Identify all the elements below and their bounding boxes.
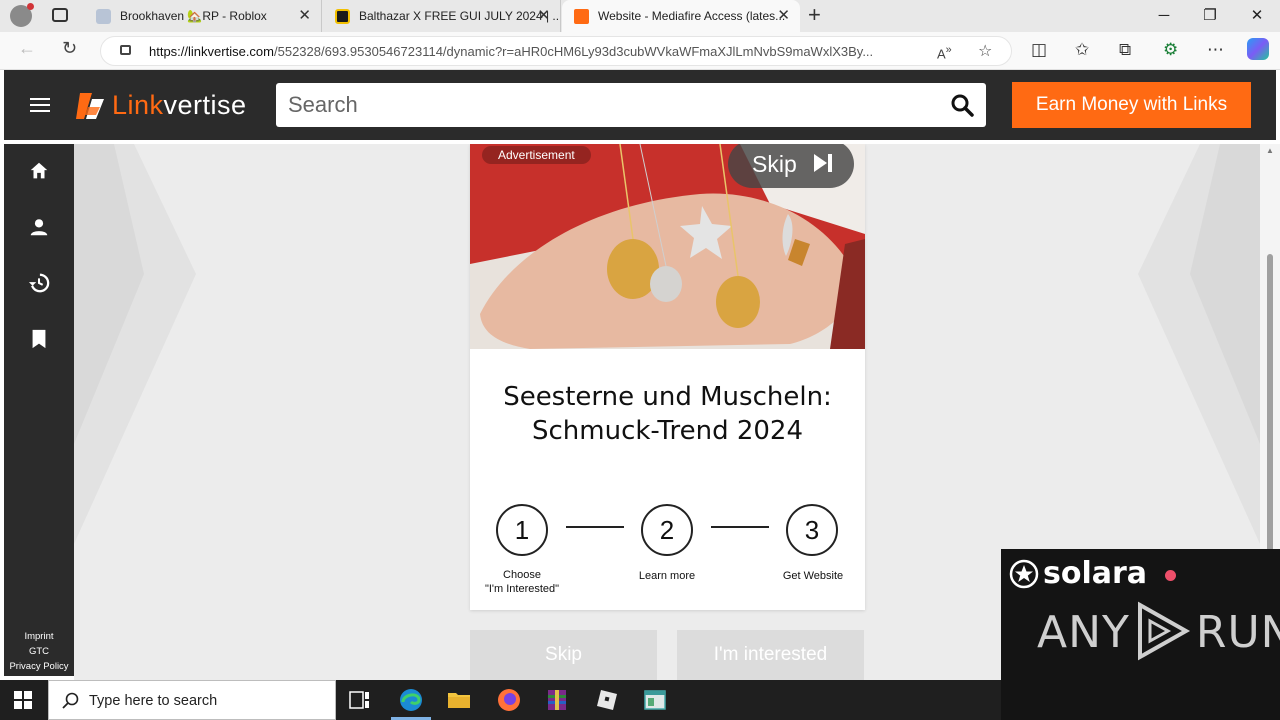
browser-tab-balthazar[interactable]: Balthazar X FREE GUI JULY 2024 | ... ✕ <box>323 0 561 32</box>
advertisement-label: Advertisement <box>482 146 591 164</box>
task-view-icon[interactable] <box>348 688 372 712</box>
url-text[interactable]: https://linkvertise.com/552328/693.95305… <box>149 44 939 59</box>
step-1-label: Choose "I'm Interested" <box>484 569 560 595</box>
minimize-button[interactable]: ─ <box>1141 0 1187 32</box>
back-arrow-icon[interactable]: ← <box>18 38 36 59</box>
address-bar[interactable]: https://linkvertise.com/552328/693.95305… <box>100 36 1012 66</box>
tab-title: Balthazar X FREE GUI JULY 2024 | ... <box>359 9 561 23</box>
user-icon[interactable] <box>28 216 50 238</box>
im-interested-button[interactable]: I'm interested <box>677 630 864 680</box>
hamburger-menu-icon[interactable] <box>30 98 50 112</box>
footer-links: Imprint GTC Privacy Policy <box>4 629 74 674</box>
file-explorer-icon[interactable] <box>447 688 471 712</box>
solara-text: solara <box>1043 556 1148 591</box>
extension-icon[interactable]: ⚙ <box>1163 40 1178 60</box>
step-2-label: Learn more <box>638 570 696 582</box>
close-window-button[interactable]: ✕ <box>1234 0 1280 32</box>
solara-star-icon <box>1009 559 1039 589</box>
anyrun-watermark: ANY RUN <box>1037 601 1280 671</box>
tab-title: Brookhaven 🏡RP - Roblox <box>120 9 267 23</box>
taskbar-search-box[interactable]: Type here to search <box>48 680 336 720</box>
ad-title: Seesterne und Muscheln: Schmuck-Trend 20… <box>503 382 832 446</box>
privacy-policy-link[interactable]: Privacy Policy <box>4 659 74 674</box>
advertisement-image[interactable]: Advertisement Skip <box>470 144 865 349</box>
tab-actions-icon[interactable] <box>52 8 68 22</box>
skip-next-icon <box>814 154 832 172</box>
edge-browser-icon[interactable] <box>399 688 423 712</box>
history-icon[interactable] <box>28 272 50 294</box>
roblox-favicon-icon <box>96 9 111 24</box>
home-icon[interactable] <box>28 160 50 182</box>
play-triangle-icon <box>1137 601 1190 661</box>
collections-icon[interactable]: ⧉ <box>1119 40 1131 60</box>
watermark-overlay: solara ANY RUN <box>1001 549 1280 720</box>
site-search-input[interactable] <box>288 89 928 121</box>
step-1-circle: 1 <box>496 504 548 556</box>
close-tab-icon[interactable]: ✕ <box>537 0 550 32</box>
linkvertise-header: Linkvertise Earn Money with Links <box>4 70 1276 140</box>
gtc-link[interactable]: GTC <box>4 644 74 659</box>
taskbar-search-icon <box>62 692 79 709</box>
step-connector <box>711 526 769 528</box>
copilot-icon[interactable] <box>1247 38 1269 60</box>
windows-start-icon[interactable] <box>14 691 32 709</box>
bookmark-icon[interactable] <box>28 328 50 350</box>
maximize-button[interactable]: ❐ <box>1187 0 1233 32</box>
new-tab-plus-icon[interactable]: + <box>808 2 821 28</box>
skip-ad-button[interactable]: Skip <box>728 144 854 188</box>
winrar-icon[interactable] <box>545 688 569 712</box>
status-dot <box>1165 570 1176 581</box>
read-aloud-icon[interactable]: A» <box>937 44 952 61</box>
ad-card: Advertisement Skip Seesterne und Muschel… <box>470 144 865 610</box>
taskbar-search-placeholder: Type here to search <box>89 693 218 709</box>
browser-tab-roblox[interactable]: Brookhaven 🏡RP - Roblox ✕ <box>84 0 322 32</box>
logo-text: Linkvertise <box>112 90 247 120</box>
linkvertise-favicon-icon <box>574 9 589 24</box>
linkvertise-logo-icon <box>76 93 104 119</box>
imprint-link[interactable]: Imprint <box>4 629 74 644</box>
step-3-circle: 3 <box>786 504 838 556</box>
app-window-icon[interactable] <box>643 688 667 712</box>
earn-money-button[interactable]: Earn Money with Links <box>1012 82 1251 128</box>
roblox-icon[interactable] <box>595 688 619 712</box>
balthazar-favicon-icon <box>335 9 350 24</box>
step-connector <box>566 526 624 528</box>
browser-toolbar: ← ↻ https://linkvertise.com/552328/693.9… <box>0 32 1280 70</box>
close-tab-icon[interactable]: ✕ <box>298 0 311 32</box>
close-tab-icon[interactable]: ✕ <box>777 0 790 32</box>
step-2-circle: 2 <box>641 504 693 556</box>
split-screen-icon[interactable]: ◫ <box>1031 40 1047 60</box>
more-menu-icon[interactable]: ⋯ <box>1207 40 1224 60</box>
decorative-chevron-left <box>74 144 196 544</box>
skip-button[interactable]: Skip <box>470 630 657 680</box>
firefox-icon[interactable] <box>497 688 521 712</box>
tab-title: Website - Mediafire Access (lates... <box>598 9 786 23</box>
browser-tab-linkvertise[interactable]: Website - Mediafire Access (lates... ✕ <box>562 0 800 32</box>
step-3-label: Get Website <box>782 570 844 582</box>
skip-ad-label: Skip <box>752 151 797 177</box>
lock-icon <box>120 45 131 55</box>
screen: Brookhaven 🏡RP - Roblox ✕ Balthazar X FR… <box>0 0 1280 720</box>
profile-avatar-icon[interactable] <box>10 3 34 27</box>
windows-taskbar: Type here to search <box>0 680 1001 720</box>
left-sidebar: Imprint GTC Privacy Policy <box>4 144 74 676</box>
favorites-icon[interactable]: ✩ <box>1075 40 1089 60</box>
refresh-icon[interactable]: ↻ <box>62 38 77 59</box>
search-icon[interactable] <box>950 93 974 117</box>
favorite-star-icon[interactable]: ☆ <box>978 41 992 61</box>
site-search-box <box>276 83 986 127</box>
browser-tab-strip: Brookhaven 🏡RP - Roblox ✕ Balthazar X FR… <box>0 0 1280 32</box>
scroll-up-arrow-icon[interactable]: ▲ <box>1266 146 1274 155</box>
